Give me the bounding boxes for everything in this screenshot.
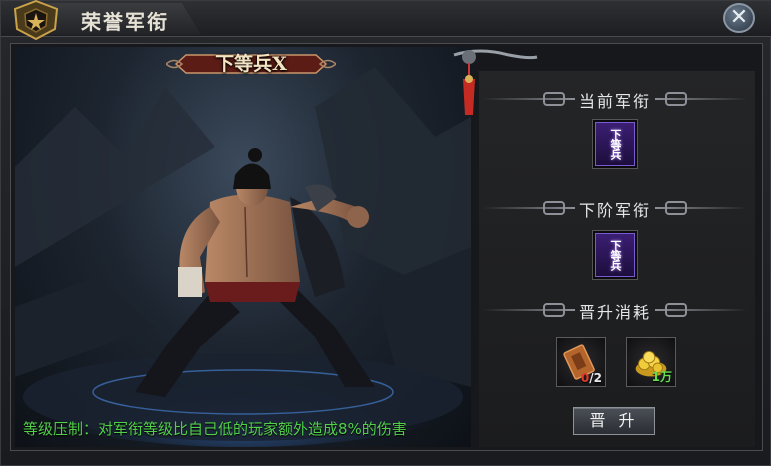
next-rank-heading: 下阶军衔 (483, 195, 747, 221)
promotion-cost-label: 晋升消耗 (578, 303, 651, 322)
close-button[interactable]: ✕ (723, 3, 755, 33)
current-rank-badge: 下等兵 (595, 122, 635, 166)
rank-suppression-text: 等级压制：对军衔等级比自己低的玩家额外造成8%的伤害 (23, 420, 407, 438)
window-title: 荣誉军衔 (81, 10, 169, 34)
rank-name: 下等兵X (215, 53, 287, 75)
next-rank-badge: 下等兵 (595, 233, 635, 277)
current-rank-heading: 当前军衔 (483, 86, 747, 112)
gold-amount: 1万 (651, 370, 672, 384)
character-portrait (15, 67, 471, 447)
rank-emblem-icon (13, 0, 59, 41)
honor-rank-window: 荣誉军衔 ✕ 下等兵X 等级压制：对军衔等级比自己低的玩家额外造成8%的伤害 当… (0, 0, 771, 466)
token-count: 0/2 (580, 371, 602, 385)
current-rank-label: 当前军衔 (578, 92, 651, 111)
title-bar: 荣誉军衔 ✕ (1, 0, 771, 41)
cost-item-token[interactable]: 0/2 (556, 337, 606, 387)
cost-item-gold[interactable]: 1万 (626, 337, 676, 387)
promote-button[interactable]: 晋 升 (573, 407, 655, 435)
promotion-cost-heading: 晋升消耗 (483, 297, 747, 323)
tassel-ornament-icon (453, 49, 538, 115)
close-icon: ✕ (729, 5, 749, 30)
next-rank-badge-slot[interactable]: 下等兵 (592, 230, 638, 280)
current-rank-badge-slot[interactable]: 下等兵 (592, 119, 638, 169)
next-rank-label: 下阶军衔 (578, 201, 651, 220)
character-panel (15, 47, 471, 447)
